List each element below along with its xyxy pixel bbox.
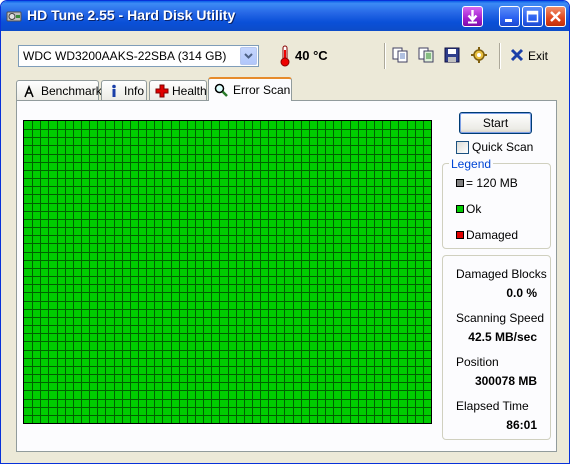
toolbar-separator <box>384 43 386 69</box>
copy-icon[interactable] <box>391 46 409 64</box>
legend-label-damaged: Damaged <box>466 228 519 242</box>
info-icon <box>112 84 116 97</box>
thermometer-icon <box>280 45 290 67</box>
tab-health[interactable]: Health <box>149 80 207 100</box>
temperature-readout: 40 °C <box>295 48 328 63</box>
health-cross-icon <box>155 84 169 98</box>
close-button[interactable] <box>545 6 566 27</box>
close-icon <box>550 11 561 22</box>
tab-info[interactable]: Info <box>101 80 147 100</box>
save-icon[interactable] <box>443 46 461 64</box>
tab-benchmark[interactable]: Benchmark <box>16 80 102 100</box>
quick-scan-label[interactable]: Quick Scan <box>472 140 533 154</box>
chevron-down-icon <box>244 53 253 59</box>
benchmark-icon <box>24 84 34 98</box>
minimize-button[interactable] <box>499 6 520 27</box>
scan-block-grid <box>24 121 431 423</box>
maximize-icon <box>526 10 539 23</box>
maximize-button[interactable] <box>522 6 543 27</box>
scanning-speed-value: 42.5 MB/sec <box>468 330 537 344</box>
legend-swatch-block-size <box>456 179 464 187</box>
position-value: 300078 MB <box>474 374 537 388</box>
damaged-blocks-value: 0.0 % <box>506 286 537 300</box>
quick-scan-checkbox[interactable] <box>456 141 469 154</box>
legend-swatch-ok <box>456 205 464 213</box>
legend-label-block-size: = 120 MB <box>466 176 518 190</box>
copy-all-icon[interactable] <box>417 46 435 64</box>
position-label: Position <box>456 355 499 369</box>
legend-swatch-damaged <box>456 231 464 239</box>
legend-label-ok: Ok <box>466 202 482 216</box>
drive-select-value: WDC WD3200AAKS-22SBA (314 GB) <box>23 49 227 63</box>
scan-block-field <box>24 121 431 423</box>
arrow-down-icon <box>467 10 478 24</box>
scan-map <box>23 120 432 424</box>
legend-title: Legend <box>449 157 494 171</box>
scanning-speed-label: Scanning Speed <box>456 311 545 325</box>
options-icon[interactable] <box>470 46 488 64</box>
download-button[interactable] <box>462 6 483 27</box>
window-title: HD Tune 2.55 - Hard Disk Utility <box>27 7 236 23</box>
title-bar[interactable]: HD Tune 2.55 - Hard Disk Utility <box>1 1 569 31</box>
start-button[interactable]: Start <box>459 112 532 134</box>
drive-select-arrow[interactable] <box>240 47 257 65</box>
elapsed-time-value: 86:01 <box>506 418 537 432</box>
tab-error-scan[interactable]: Error Scan <box>208 77 292 101</box>
app-window: HD Tune 2.55 - Hard Disk Utility WDC WD3… <box>0 0 570 464</box>
magnifier-icon <box>214 83 228 97</box>
app-icon[interactable] <box>6 8 22 24</box>
minimize-icon <box>505 19 512 22</box>
drive-select[interactable]: WDC WD3200AAKS-22SBA (314 GB) <box>18 45 259 67</box>
elapsed-time-label: Elapsed Time <box>456 399 529 413</box>
exit-button[interactable]: Exit <box>528 49 548 63</box>
toolbar-separator <box>499 43 501 69</box>
damaged-blocks-label: Damaged Blocks <box>456 267 547 281</box>
exit-icon[interactable] <box>508 46 526 64</box>
